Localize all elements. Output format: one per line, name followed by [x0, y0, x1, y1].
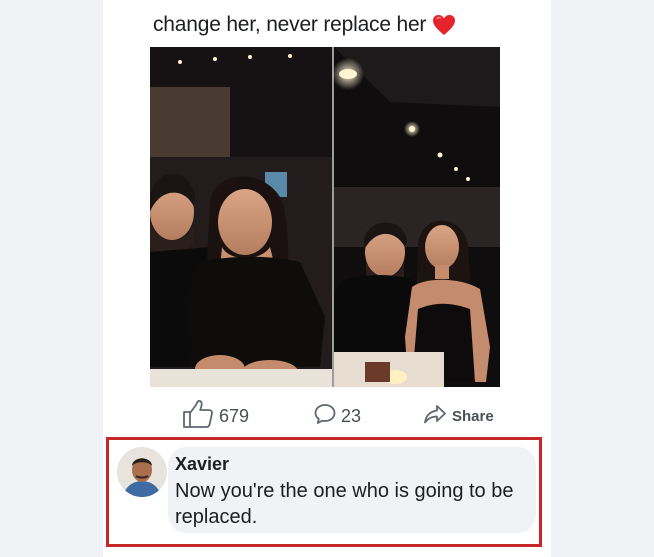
comment-count: 23 — [341, 405, 362, 426]
share-button[interactable]: Share — [423, 400, 494, 432]
like-count: 679 — [219, 405, 250, 426]
share-label: Share — [452, 407, 494, 425]
post-photo[interactable] — [150, 47, 500, 387]
highlighted-comment: Xavier Now you're the one who is going t… — [106, 437, 542, 547]
post-caption: change her, never replace her — [153, 10, 456, 40]
post-actions-bar: 679 23 Share — [103, 399, 551, 434]
share-icon — [423, 403, 447, 430]
photo-collage-image — [150, 47, 500, 387]
red-heart-icon — [432, 14, 456, 36]
comment-author[interactable]: Xavier — [175, 454, 229, 475]
comment-bubble: Xavier Now you're the one who is going t… — [168, 447, 536, 533]
like-button[interactable]: 679 — [181, 399, 250, 434]
comment-text: Now you're the one who is going to be re… — [175, 480, 514, 528]
caption-text: change her, never replace her — [153, 13, 427, 36]
avatar[interactable] — [117, 447, 167, 497]
thumbs-up-icon — [181, 399, 215, 434]
comment-icon — [313, 402, 337, 431]
comment-button[interactable]: 23 — [313, 400, 361, 432]
